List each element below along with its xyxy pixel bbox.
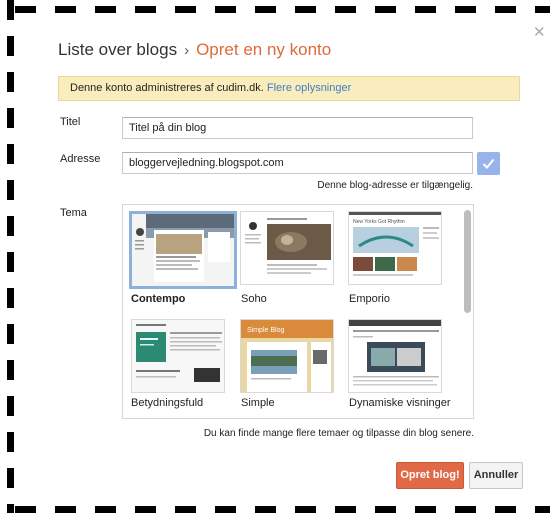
dashed-border-left — [7, 0, 14, 513]
create-blog-button[interactable]: Opret blog! — [396, 462, 464, 489]
theme-thumbnail-soho[interactable] — [240, 211, 334, 285]
account-notice: Denne konto administreres af cudim.dk. F… — [58, 76, 520, 101]
close-icon[interactable]: ✕ — [533, 25, 546, 40]
emporio-preview-title: New Yorks Got Rhythm — [353, 219, 405, 225]
check-icon — [477, 152, 500, 175]
address-label: Adresse — [60, 153, 101, 165]
theme-name-betydningsfuld[interactable]: Betydningsfuld — [131, 397, 203, 409]
theme-thumbnail-emporio[interactable]: New Yorks Got Rhythm — [348, 211, 442, 285]
title-input[interactable]: Titel på din blog — [122, 117, 473, 139]
theme-name-dynamiske-visninger[interactable]: Dynamiske visninger — [349, 397, 450, 409]
theme-thumbnail-betydningsfuld[interactable] — [131, 319, 225, 393]
breadcrumb-separator: › — [184, 42, 190, 59]
cancel-button[interactable]: Annuller — [469, 462, 523, 489]
notice-text: Denne konto administreres af cudim.dk. — [70, 82, 264, 94]
dashed-border-top — [15, 6, 550, 13]
theme-thumbnail-contempo[interactable] — [129, 211, 237, 289]
theme-label: Tema — [60, 207, 87, 219]
theme-thumbnail-simple[interactable]: Simple Blog — [240, 319, 334, 393]
dialog-header: Liste over blogs › Opret en ny konto — [58, 40, 331, 60]
simple-preview-title: Simple Blog — [247, 327, 284, 334]
themes-footnote: Du kan finde mange flere temaer og tilpa… — [203, 428, 474, 439]
address-available-status: Denne blog-adresse er tilgængelig. — [317, 180, 473, 191]
dashed-border-bottom — [15, 506, 550, 513]
breadcrumb-blog-list[interactable]: Liste over blogs — [58, 40, 177, 59]
theme-name-contempo[interactable]: Contempo — [131, 293, 185, 305]
theme-thumbnail-dynamiske-visninger[interactable] — [348, 319, 442, 393]
breadcrumb-current: Opret en ny konto — [196, 40, 332, 59]
address-input[interactable]: bloggervejledning.blogspot.com — [122, 152, 473, 174]
theme-name-emporio[interactable]: Emporio — [349, 293, 390, 305]
more-info-link[interactable]: Flere oplysninger — [267, 82, 351, 94]
theme-picker-scrollbar[interactable] — [464, 210, 471, 313]
theme-name-soho[interactable]: Soho — [241, 293, 267, 305]
theme-name-simple[interactable]: Simple — [241, 397, 275, 409]
title-label: Titel — [60, 116, 81, 128]
